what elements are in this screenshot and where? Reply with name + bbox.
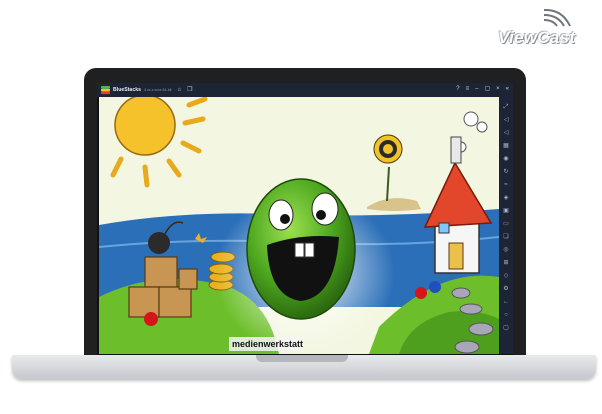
help-icon[interactable]: ? — [456, 85, 459, 94]
signal-arcs-icon — [543, 8, 571, 27]
settings-icon[interactable]: ⚙ — [503, 283, 508, 295]
app-version: 4.xx.x.xxxx 64-bit — [143, 88, 172, 92]
laptop-notch — [256, 355, 348, 362]
target — [373, 134, 403, 164]
menu-icon[interactable]: ≡ — [466, 85, 470, 94]
publisher-logo-text: medienwerkstatt — [232, 339, 303, 349]
rotate-icon[interactable]: ↻ — [503, 166, 508, 178]
minimize-icon[interactable]: – — [475, 85, 478, 94]
fullscreen-icon[interactable]: ⤢ — [504, 101, 509, 113]
restore-icon[interactable]: ▢ — [484, 85, 490, 94]
gamepad-icon[interactable]: ◈ — [504, 192, 509, 204]
close-icon[interactable]: × — [496, 85, 500, 94]
home-icon[interactable]: ⌂ — [178, 87, 182, 93]
shake-icon[interactable]: ≈ — [504, 179, 507, 191]
viewcast-watermark: ViewCast — [498, 6, 594, 54]
publisher-logo: medienwerkstatt — [229, 337, 303, 351]
macro-icon[interactable]: ⊞ — [503, 257, 508, 269]
keyboard-icon[interactable]: ▦ — [503, 140, 509, 152]
collapse-icon[interactable]: « — [506, 85, 509, 94]
laptop-screen-bezel: BlueStacks 4.xx.x.xxxx 64-bit ⌂ ❐ ? ≡ – … — [84, 68, 526, 361]
green-blob-character — [246, 178, 356, 320]
volume-down-icon[interactable]: ◁ — [504, 127, 509, 139]
watermark-text: ViewCast — [498, 28, 576, 47]
copy-icon[interactable]: ❏ — [503, 231, 508, 243]
location-icon[interactable]: ◎ — [503, 244, 508, 256]
recent-apps-icon[interactable]: ▢ — [503, 322, 509, 334]
app-title: BlueStacks — [113, 87, 141, 93]
screenshot-icon[interactable]: ▣ — [503, 205, 509, 217]
game-canvas[interactable]: medienwerkstatt — [99, 97, 499, 354]
bluestacks-logo-icon — [101, 85, 110, 94]
emulator-sidebar: ⤢ ◁ ◁ ▦ ◉ ↻ ≈ ◈ ▣ ▭ ❏ ◎ ⊞ ◇ ⚙ ← ○ ▢ — [499, 97, 513, 354]
eco-mode-icon[interactable]: ◇ — [504, 270, 509, 282]
emulator-window: BlueStacks 4.xx.x.xxxx 64-bit ⌂ ❐ ? ≡ – … — [97, 83, 513, 355]
window-controls: ? ≡ – ▢ × « — [456, 85, 509, 94]
emulator-titlebar: BlueStacks 4.xx.x.xxxx 64-bit ⌂ ❐ ? ≡ – … — [97, 83, 513, 97]
volume-up-icon[interactable]: ◁ — [504, 114, 509, 126]
multi-instance-icon[interactable]: ❐ — [187, 87, 192, 93]
folder-icon[interactable]: ▭ — [503, 218, 509, 230]
screen-record-icon[interactable]: ◉ — [503, 153, 508, 165]
home-icon[interactable]: ○ — [504, 309, 508, 321]
back-icon[interactable]: ← — [503, 296, 509, 308]
